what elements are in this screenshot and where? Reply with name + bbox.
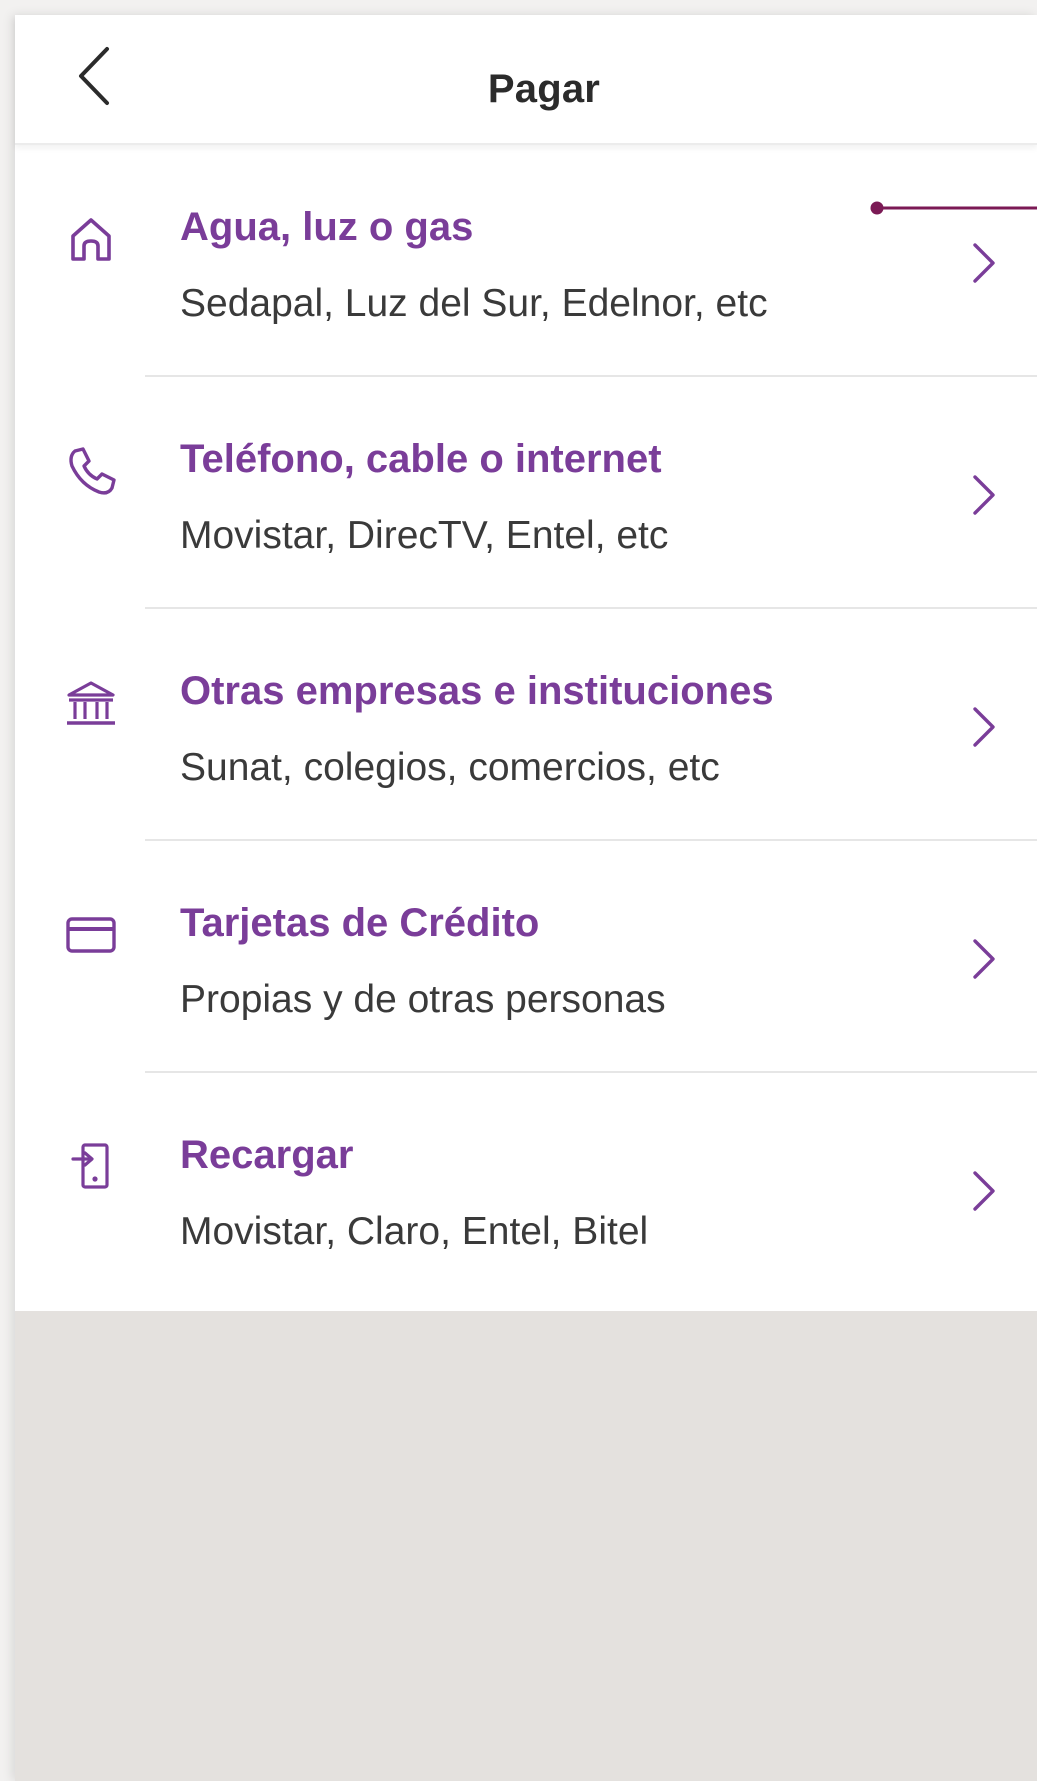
list-item-agua-luz-gas[interactable]: Agua, luz o gas Sedapal, Luz del Sur, Ed… (15, 145, 1037, 377)
annotation-pointer (870, 201, 1037, 215)
recharge-icon (61, 1137, 121, 1197)
chevron-right-icon (965, 699, 1001, 755)
phone-icon (61, 441, 121, 501)
item-title: Agua, luz o gas (180, 205, 474, 249)
credit-card-icon (61, 905, 121, 965)
app-screen: Pagar Agua, luz o gas Sedapal, Luz del S… (15, 15, 1037, 1781)
chevron-right-icon (965, 931, 1001, 987)
item-subtitle: Sedapal, Luz del Sur, Edelnor, etc (180, 282, 768, 325)
item-subtitle: Propias y de otras personas (180, 978, 666, 1021)
chevron-right-icon (965, 235, 1001, 291)
item-title: Recargar (180, 1133, 354, 1177)
item-title: Teléfono, cable o internet (180, 437, 662, 481)
top-bar: Pagar (15, 15, 1037, 145)
item-subtitle: Movistar, DirecTV, Entel, etc (180, 514, 669, 557)
chevron-right-icon (965, 1163, 1001, 1219)
list-item-recargar[interactable]: Recargar Movistar, Claro, Entel, Bitel (15, 1073, 1037, 1311)
list-item-telefono-cable-internet[interactable]: Teléfono, cable o internet Movistar, Dir… (15, 377, 1037, 609)
payment-options-list: Agua, luz o gas Sedapal, Luz del Sur, Ed… (15, 145, 1037, 1311)
home-icon (61, 209, 121, 269)
item-subtitle: Movistar, Claro, Entel, Bitel (180, 1210, 649, 1253)
item-subtitle: Sunat, colegios, comercios, etc (180, 746, 720, 789)
item-title: Otras empresas e instituciones (180, 669, 774, 713)
list-item-otras-empresas[interactable]: Otras empresas e instituciones Sunat, co… (15, 609, 1037, 841)
page-title: Pagar (487, 67, 601, 111)
chevron-right-icon (965, 467, 1001, 523)
bank-icon (61, 673, 121, 733)
item-title: Tarjetas de Crédito (180, 901, 540, 945)
list-item-tarjetas-credito[interactable]: Tarjetas de Crédito Propias y de otras p… (15, 841, 1037, 1073)
